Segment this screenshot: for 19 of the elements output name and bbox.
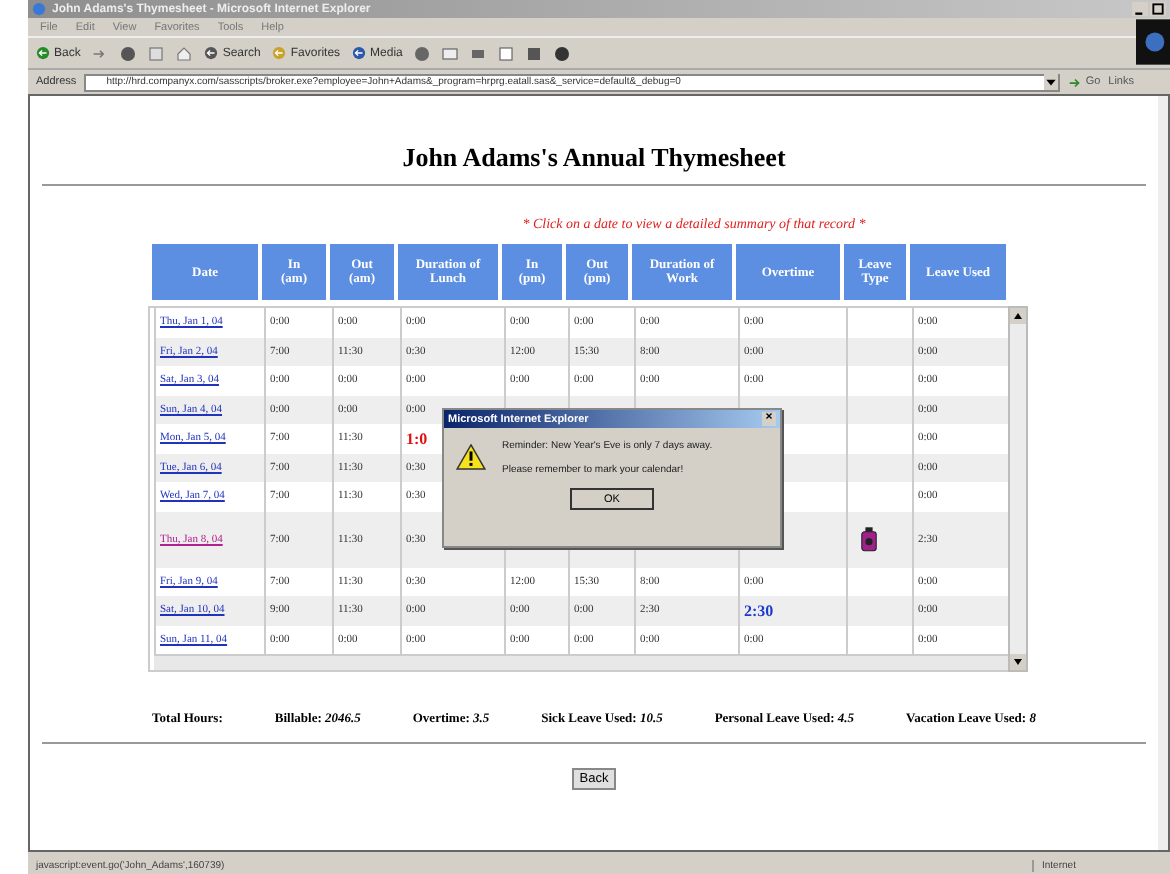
scroll-up-icon[interactable] xyxy=(1010,308,1026,324)
horizontal-scrollbar[interactable] xyxy=(154,654,1008,670)
page-scrollbar[interactable] xyxy=(1158,96,1168,850)
table-cell: 2:30 xyxy=(744,601,774,620)
globe-logo-icon xyxy=(1136,18,1170,66)
warning-icon xyxy=(456,444,486,470)
vertical-scrollbar[interactable] xyxy=(1008,306,1028,672)
page-title: John Adams's Annual Thymesheet xyxy=(402,142,786,174)
maximize-icon[interactable] xyxy=(1150,2,1166,16)
dropdown-arrow-icon[interactable] xyxy=(1043,74,1058,90)
medicine-bottle-icon xyxy=(860,526,878,552)
table-cell: 1:0 xyxy=(406,429,428,448)
back-arrow-icon xyxy=(36,46,50,60)
scroll-down-icon[interactable] xyxy=(1010,654,1026,670)
mail-icon[interactable] xyxy=(442,45,459,61)
forward-arrow-icon[interactable] xyxy=(92,45,109,61)
home-icon[interactable] xyxy=(176,45,193,61)
browser-icon xyxy=(32,2,46,16)
arrow-icon xyxy=(1067,75,1082,89)
